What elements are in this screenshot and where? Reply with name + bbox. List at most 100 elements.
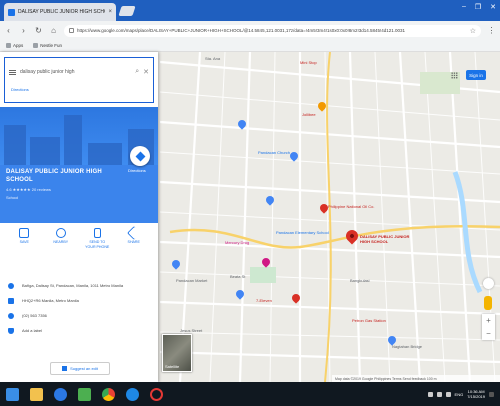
media-player-icon[interactable]	[126, 387, 139, 401]
directions-icon	[135, 151, 145, 161]
language-indicator[interactable]: ENG	[455, 392, 464, 397]
zoom-in-button[interactable]: +	[486, 316, 491, 325]
place-details: Bañga, Dalisay St, Pandacan, Manila, 101…	[0, 278, 158, 338]
chrome-icon[interactable]	[102, 387, 115, 401]
bookmark-apps[interactable]: Apps	[6, 43, 23, 48]
browser-tab-strip: DALISAY PUBLIC JUNIOR HIGH SCHOOL - Goog…	[0, 0, 500, 21]
address-url[interactable]: https://www.google.com/maps/place/DALISA…	[77, 28, 467, 33]
minimize-icon[interactable]: –	[462, 3, 466, 11]
send-to-phone-button[interactable]: SEND TO YOUR PHONE	[84, 228, 110, 249]
place-name: DALISAY PUBLIC JUNIOR HIGH SCHOOL	[6, 169, 102, 183]
building-shape	[4, 125, 26, 165]
plus-code-row[interactable]: HHQ2+R6 Manila, Metro Manila	[0, 293, 158, 308]
bookmark-star-icon[interactable]: ☆	[470, 27, 476, 35]
search-input[interactable]: dalisay public junior high	[20, 69, 131, 75]
plus-code-icon	[8, 297, 14, 304]
nearby-button[interactable]: NEARBY	[48, 228, 74, 249]
address-bar[interactable]: https://www.google.com/maps/place/DALISA…	[64, 24, 481, 37]
map-label: Pandacan Market	[176, 278, 208, 283]
map-label: Beata St	[230, 274, 246, 279]
location-pin-icon	[8, 282, 14, 289]
edge-browser-icon[interactable]	[54, 387, 67, 401]
directions-button[interactable]	[130, 146, 150, 166]
sign-in-button[interactable]: Sign in	[466, 70, 486, 80]
address-row[interactable]: Bañga, Dalisay St, Pandacan, Manila, 101…	[0, 278, 158, 293]
place-type[interactable]: School	[6, 195, 152, 200]
clock[interactable]: 10:36 AM 7/15/2019	[467, 389, 485, 399]
browser-menu-icon[interactable]: ⋮	[487, 26, 496, 35]
zoom-out-button[interactable]: −	[486, 329, 491, 338]
nearby-icon	[55, 228, 66, 238]
label-text: Add a label	[22, 328, 43, 333]
tab-close-icon[interactable]: ×	[108, 9, 112, 15]
save-button[interactable]: SAVE	[11, 228, 37, 249]
map-label[interactable]: Pandacan Church	[258, 150, 290, 155]
action-label: SEND TO YOUR PHONE	[85, 240, 110, 249]
selected-place-label: DALISAY PUBLIC JUNIOR HIGH SCHOOL	[360, 234, 410, 244]
map-label[interactable]: Philippine National Oil Co.	[328, 204, 374, 209]
phone-row[interactable]: (02) 563 7356	[0, 308, 158, 323]
forward-icon[interactable]: ›	[19, 26, 28, 35]
search-box: dalisay public junior high ⌕ ✕ Direction…	[4, 57, 154, 103]
map-status-text: Map data ©2019 Google Philippines Terms …	[335, 376, 437, 381]
street-view-pegman-icon[interactable]	[484, 296, 492, 310]
map-label[interactable]: Petron Gas Station	[352, 318, 386, 323]
building-shape	[64, 115, 82, 165]
edit-icon	[62, 366, 68, 371]
windows-taskbar: ENG 10:36 AM 7/15/2019	[0, 382, 500, 406]
directions-link[interactable]: Directions	[11, 87, 29, 92]
tab-title: DALISAY PUBLIC JUNIOR HIGH SCHOOL - Goog…	[18, 9, 105, 15]
google-apps-icon[interactable]	[451, 72, 458, 79]
apps-icon	[6, 43, 11, 48]
share-icon	[126, 225, 141, 241]
building-shape	[88, 143, 122, 165]
photos-icon[interactable]	[78, 387, 91, 401]
place-actions: SAVE NEARBY SEND TO YOUR PHONE SHARE	[0, 225, 158, 249]
map-label: Bangkulasi	[350, 278, 370, 283]
bookmark-label: Nestle Fun	[40, 43, 63, 48]
notifications-icon[interactable]	[489, 391, 494, 397]
search-icon[interactable]: ⌕	[135, 68, 139, 76]
close-icon[interactable]: ✕	[143, 68, 149, 76]
satellite-layer-toggle[interactable]: Satellite	[162, 334, 192, 372]
plus-code-text: HHQ2+R6 Manila, Metro Manila	[22, 298, 79, 303]
file-explorer-icon[interactable]	[30, 387, 43, 401]
battery-icon[interactable]	[445, 391, 451, 397]
browser-tab[interactable]: DALISAY PUBLIC JUNIOR HIGH SCHOOL - Goog…	[4, 3, 116, 21]
place-side-panel: dalisay public junior high ⌕ ✕ Direction…	[0, 52, 158, 382]
map-label[interactable]: Mini Stop	[300, 60, 317, 65]
suggest-edit-button[interactable]: Suggest an edit	[50, 362, 110, 375]
bookmark-icon	[19, 228, 30, 238]
bookmarks-bar: Apps Nestle Fun	[0, 40, 500, 52]
map-label: Jesus Street	[180, 328, 203, 333]
opera-icon[interactable]	[150, 387, 163, 401]
close-window-icon[interactable]: ✕	[490, 3, 496, 11]
share-button[interactable]: SHARE	[121, 225, 147, 249]
maximize-icon[interactable]: ❐	[475, 3, 481, 11]
home-icon[interactable]: ⌂	[49, 26, 58, 35]
new-tab-button[interactable]	[118, 6, 136, 16]
clock-date: 7/15/2019	[467, 394, 485, 399]
reload-icon[interactable]: ↻	[34, 26, 43, 35]
map-label[interactable]: Jollibee	[302, 112, 316, 117]
map-label[interactable]: Pandacan Elementary School	[276, 230, 329, 235]
volume-icon[interactable]	[436, 391, 442, 397]
action-label: NEARBY	[53, 240, 69, 244]
satellite-label: Satellite	[165, 364, 180, 369]
phone-text: (02) 563 7356	[22, 313, 47, 318]
label-row[interactable]: Add a label	[0, 323, 158, 338]
map-label[interactable]: 7-Eleven	[256, 298, 272, 303]
zoom-control: + −	[482, 314, 495, 340]
windows-start-icon[interactable]	[6, 387, 19, 401]
map-label[interactable]: Mercury Drug	[225, 240, 249, 245]
hamburger-menu-icon[interactable]	[9, 69, 16, 75]
my-location-icon[interactable]	[483, 278, 494, 289]
back-icon[interactable]: ‹	[4, 26, 13, 35]
place-info-header: DALISAY PUBLIC JUNIOR HIGH SCHOOL 4.6 ★★…	[0, 165, 158, 223]
browser-toolbar: ‹ › ↻ ⌂ https://www.google.com/maps/plac…	[0, 21, 500, 40]
place-rating[interactable]: 4.6 ★★★★★ 20 reviews	[6, 187, 152, 192]
bookmark-nestle-fun[interactable]: Nestle Fun	[33, 43, 62, 48]
network-icon[interactable]	[427, 391, 433, 397]
action-label: SAVE	[19, 240, 29, 244]
phone-icon	[8, 312, 14, 319]
